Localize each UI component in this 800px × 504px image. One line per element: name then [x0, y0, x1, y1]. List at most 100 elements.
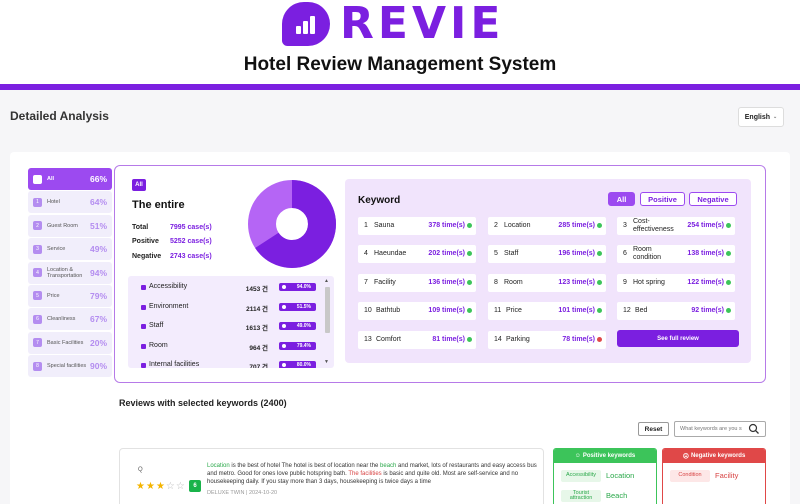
- keyword-item[interactable]: 12 Bed 92 time(s): [617, 302, 735, 320]
- filter-positive-button[interactable]: Positive: [640, 192, 685, 206]
- chart-bubble-icon: [282, 2, 330, 46]
- keyword-count: 136 time(s): [428, 279, 465, 286]
- page-title: Detailed Analysis: [10, 109, 109, 123]
- sidebar-item[interactable]: 6 Cleanliness 67%: [28, 308, 112, 331]
- category-percent-badge: 80.0%: [279, 361, 316, 368]
- stat-positive-label: Positive: [132, 238, 159, 245]
- filter-negative-button[interactable]: Negative: [689, 192, 737, 206]
- keyword-item[interactable]: 13 Comfort 81 time(s): [358, 331, 476, 349]
- keyword-item[interactable]: 10 Bathtub 109 time(s): [358, 302, 476, 320]
- keyword-category-tag: Condition: [670, 470, 710, 482]
- keyword-category-tag: Accessibility: [561, 470, 601, 482]
- reset-button[interactable]: Reset: [638, 422, 669, 436]
- category-bullet-icon: [141, 304, 146, 310]
- sidebar-item[interactable]: 4 Location & Transportation 94%: [28, 261, 112, 284]
- positive-keywords-header: ☺ Positive keywords: [554, 449, 656, 463]
- sentiment-dot-icon: [597, 337, 602, 342]
- sidebar-item-percent: 64%: [89, 197, 107, 208]
- keyword-rank: 9: [623, 279, 627, 286]
- sidebar-item[interactable]: 2 Guest Room 51%: [28, 214, 112, 237]
- sidebar-item[interactable]: 5 Price 79%: [28, 284, 112, 307]
- brand-header: REVIE Hotel Review Management System: [0, 0, 800, 84]
- sidebar-item-label: Special facilities: [47, 363, 87, 370]
- category-list: Accessibility 1453 건 94.0% Environment 2114 …: [128, 276, 334, 368]
- sentiment-dot-icon: [726, 251, 731, 256]
- keyword-item[interactable]: 6 Room condition 138 time(s): [617, 245, 735, 263]
- filter-all-button[interactable]: All: [608, 192, 635, 206]
- category-percent: 51.5%: [296, 303, 311, 310]
- keyword-highlight: beach: [380, 463, 397, 469]
- keyword-item[interactable]: 11 Price 101 time(s): [488, 302, 606, 320]
- category-bullet-icon: [141, 343, 146, 349]
- scroll-down-icon[interactable]: ▼: [324, 359, 329, 365]
- keyword-count: 123 time(s): [558, 279, 595, 286]
- sentiment-dot-icon: [726, 223, 731, 228]
- keyword-count: 378 time(s): [428, 222, 465, 229]
- category-row[interactable]: Environment 2114 건 51.5%: [128, 302, 324, 314]
- category-row[interactable]: Accessibility 1453 건 94.0%: [128, 282, 324, 294]
- scroll-thumb[interactable]: [325, 287, 330, 333]
- sentiment-dot-icon: [597, 308, 602, 313]
- sidebar-item-percent: 79%: [89, 290, 107, 301]
- category-name: Staff: [149, 322, 164, 329]
- keyword-rank: 12: [623, 307, 631, 314]
- frown-icon: ☹: [682, 453, 689, 460]
- review-meta: DELUXE TWIN | 2024-10-20: [207, 490, 278, 496]
- category-icon: 5: [33, 291, 42, 301]
- keyword-item[interactable]: 14 Parking 78 time(s): [488, 331, 606, 349]
- keyword-item[interactable]: 2 Location 285 time(s): [488, 217, 606, 235]
- keyword-item[interactable]: 3 Cost-effectiveness 254 time(s): [617, 217, 735, 235]
- sidebar-item[interactable]: 7 Basic Facilities 20%: [28, 331, 112, 354]
- keyword-count: 109 time(s): [428, 307, 465, 314]
- keyword-item[interactable]: 9 Hot spring 122 time(s): [617, 274, 735, 292]
- category-count: 964 건: [249, 344, 268, 352]
- sentiment-dot-icon: [726, 280, 731, 285]
- smile-icon: ☺: [574, 453, 581, 459]
- sidebar-item[interactable]: 8 Special facilities 90%: [28, 355, 112, 378]
- sidebar-item[interactable]: 3 Service 49%: [28, 238, 112, 261]
- dot-icon: [282, 363, 286, 367]
- category-icon: [33, 174, 42, 184]
- keyword-name: Staff: [504, 250, 519, 257]
- keyword-rank: 13: [364, 336, 372, 343]
- logo[interactable]: REVIE: [282, 0, 522, 49]
- category-row[interactable]: Internal facilities 707 건 80.0%: [128, 360, 324, 368]
- dot-icon: [282, 304, 286, 309]
- keyword-item[interactable]: 5 Staff 196 time(s): [488, 245, 606, 263]
- sentiment-dot-icon: [597, 280, 602, 285]
- category-count: 1613 건: [245, 325, 268, 332]
- keyword-name: Cost-effectiveness: [633, 218, 674, 233]
- keyword-rank: 6: [623, 250, 627, 257]
- scroll-up-icon[interactable]: ▲: [324, 278, 329, 284]
- positive-keywords-card: ☺ Positive keywords Accessibility Locatio…: [553, 448, 657, 504]
- keyword-count: 254 time(s): [687, 222, 724, 229]
- sidebar-item[interactable]: 1 Hotel 64%: [28, 191, 112, 214]
- keyword-rank: 1: [364, 222, 368, 229]
- category-name: Accessibility: [149, 283, 188, 290]
- search-icon[interactable]: [748, 423, 760, 435]
- keyword-name: Price: [506, 307, 522, 314]
- see-full-review-button[interactable]: See full review: [617, 330, 739, 347]
- category-icon: 2: [33, 221, 42, 231]
- keyword-item[interactable]: 8 Room 123 time(s): [488, 274, 606, 292]
- keyword-rank: 11: [494, 307, 502, 314]
- category-icon: 8: [33, 361, 42, 371]
- sidebar-item[interactable]: All 66%: [28, 168, 112, 190]
- sidebar-item-percent: 49%: [89, 244, 107, 255]
- star-icon: ★: [155, 481, 166, 492]
- category-count: 1453 건: [245, 286, 268, 293]
- keyword-rank: 2: [494, 222, 498, 229]
- sidebar-item-label: Price: [47, 292, 60, 299]
- category-bullet-icon: [141, 324, 146, 329]
- category-row[interactable]: Staff 1613 건 49.0%: [128, 321, 324, 333]
- star-icon: ★: [145, 481, 156, 492]
- language-select[interactable]: English ⌄: [738, 107, 784, 127]
- stat-total-label: Total: [132, 224, 149, 231]
- keyword-title: Keyword: [358, 195, 401, 206]
- category-scrollbar[interactable]: ▲ ▼: [323, 278, 331, 366]
- star-icon: ★: [136, 481, 146, 492]
- keyword-item[interactable]: 1 Sauna 378 time(s): [358, 217, 476, 235]
- keyword-item[interactable]: 4 Haeundae 202 time(s): [358, 245, 476, 263]
- keyword-item[interactable]: 7 Facility 136 time(s): [358, 274, 476, 292]
- category-row[interactable]: Room 964 건 79.4%: [128, 341, 324, 353]
